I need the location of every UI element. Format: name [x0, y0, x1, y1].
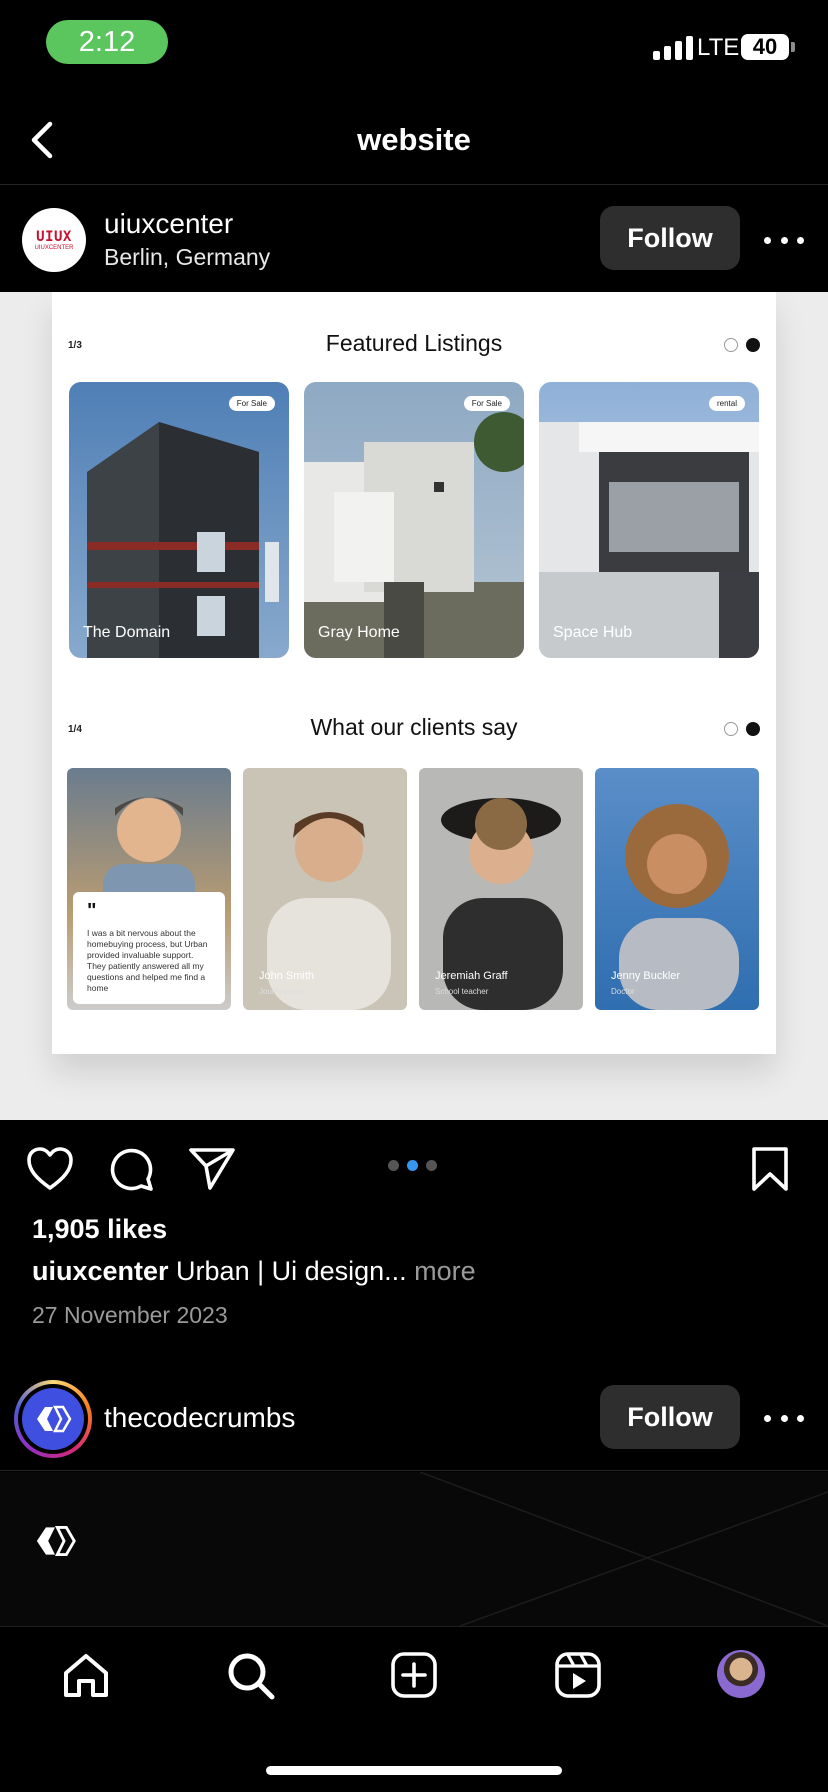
listings-title: Featured Listings — [325, 330, 503, 356]
client-name: John Smith — [259, 970, 315, 982]
listing-name: The Domain — [83, 624, 171, 641]
network-type: LTE — [697, 34, 740, 61]
comment-icon[interactable] — [108, 1146, 154, 1192]
caption-text: Urban | Ui design... — [168, 1256, 407, 1286]
post-header: thecodecrumbs Follow — [0, 1380, 828, 1470]
avatar-logo-subtext: UIUXCENTER — [34, 245, 74, 251]
follow-button[interactable]: Follow — [600, 206, 740, 270]
post-header: UIUX UIUXCENTER uiuxcenter Berlin, Germa… — [0, 186, 828, 290]
status-time: 2:12 — [46, 20, 168, 64]
client-card: Jeremiah Graff School teacher — [419, 768, 583, 1010]
follow-button[interactable]: Follow — [600, 1385, 740, 1449]
client-card: John Smith Journeyman — [243, 768, 407, 1010]
post-username[interactable]: thecodecrumbs — [104, 1402, 295, 1434]
story-ring-avatar[interactable] — [14, 1380, 92, 1458]
page-title: website — [357, 122, 471, 157]
post-caption: uiuxcenter Urban | Ui design... more — [32, 1256, 476, 1287]
client-name: Jeremiah Graff — [435, 970, 508, 982]
client-role: Doctor — [611, 987, 635, 996]
listing-card: rental Space Hub — [539, 382, 759, 658]
codecrumbs-logo-icon — [37, 1405, 72, 1433]
more-options-icon[interactable] — [764, 1403, 804, 1433]
home-icon[interactable] — [62, 1651, 110, 1699]
client-role: Journeyman — [259, 987, 304, 996]
building-illustration — [539, 422, 759, 658]
post-actions — [0, 1130, 828, 1210]
post-image[interactable]: 1/3 Featured Listings For Sale The Domai… — [0, 292, 828, 1120]
listing-card: For Sale Gray Home — [304, 382, 524, 658]
testimonial-quote: " I was a bit nervous about the homebuyi… — [73, 892, 225, 1004]
codecrumbs-logo-icon — [36, 1525, 76, 1557]
client-card: " I was a bit nervous about the homebuyi… — [67, 768, 231, 1010]
listing-name: Gray Home — [318, 624, 400, 641]
listings-arrows — [724, 338, 760, 352]
home-indicator — [266, 1766, 562, 1775]
post-image[interactable] — [0, 1472, 828, 1626]
caption-username[interactable]: uiuxcenter — [32, 1256, 169, 1286]
likes-count[interactable]: 1,905 likes — [32, 1214, 167, 1245]
post-divider — [0, 1470, 828, 1471]
status-bar: 2:12 LTE 40 — [0, 0, 828, 90]
testimonial-text: I was a bit nervous about the homebuying… — [87, 928, 208, 993]
avatar[interactable]: UIUX UIUXCENTER — [22, 208, 86, 272]
heart-icon[interactable] — [26, 1146, 74, 1192]
listing-card: For Sale The Domain — [69, 382, 289, 658]
client-card: Jenny Buckler Doctor — [595, 768, 759, 1010]
carousel-dot-active — [407, 1160, 418, 1171]
design-card: 1/3 Featured Listings For Sale The Domai… — [52, 292, 776, 1054]
caption-more-link[interactable]: more — [407, 1256, 476, 1286]
avatar-logo-text: UIUX — [36, 229, 72, 245]
listing-tag: For Sale — [463, 396, 510, 411]
share-icon[interactable] — [188, 1146, 236, 1192]
carousel-dot — [426, 1160, 437, 1171]
quote-mark-icon: " — [87, 900, 97, 922]
nav-header: website — [0, 100, 828, 182]
listing-tag: For Sale — [228, 396, 275, 411]
listing-tag: rental — [708, 396, 745, 411]
bookmark-icon[interactable] — [750, 1146, 790, 1192]
client-role: School teacher — [435, 987, 489, 996]
carousel-dot — [388, 1160, 399, 1171]
post-date: 27 November 2023 — [32, 1302, 228, 1328]
listing-name: Space Hub — [553, 624, 633, 641]
building-illustration — [87, 422, 279, 658]
client-name: Jenny Buckler — [611, 970, 681, 982]
search-icon[interactable] — [226, 1651, 276, 1701]
post-location[interactable]: Berlin, Germany — [104, 244, 270, 271]
reels-icon[interactable] — [554, 1651, 602, 1699]
signal-icon — [653, 34, 693, 60]
battery-icon: 40 — [741, 34, 795, 60]
background-pattern — [419, 1472, 828, 1626]
building-illustration — [304, 412, 524, 658]
post-username[interactable]: uiuxcenter — [104, 208, 233, 240]
clients-arrows — [724, 722, 760, 736]
header-divider — [0, 184, 828, 185]
clients-title: What our clients say — [310, 714, 518, 740]
profile-avatar[interactable] — [717, 1650, 765, 1698]
carousel-dots — [388, 1160, 437, 1171]
more-options-icon[interactable] — [764, 225, 804, 255]
create-icon[interactable] — [390, 1651, 438, 1699]
